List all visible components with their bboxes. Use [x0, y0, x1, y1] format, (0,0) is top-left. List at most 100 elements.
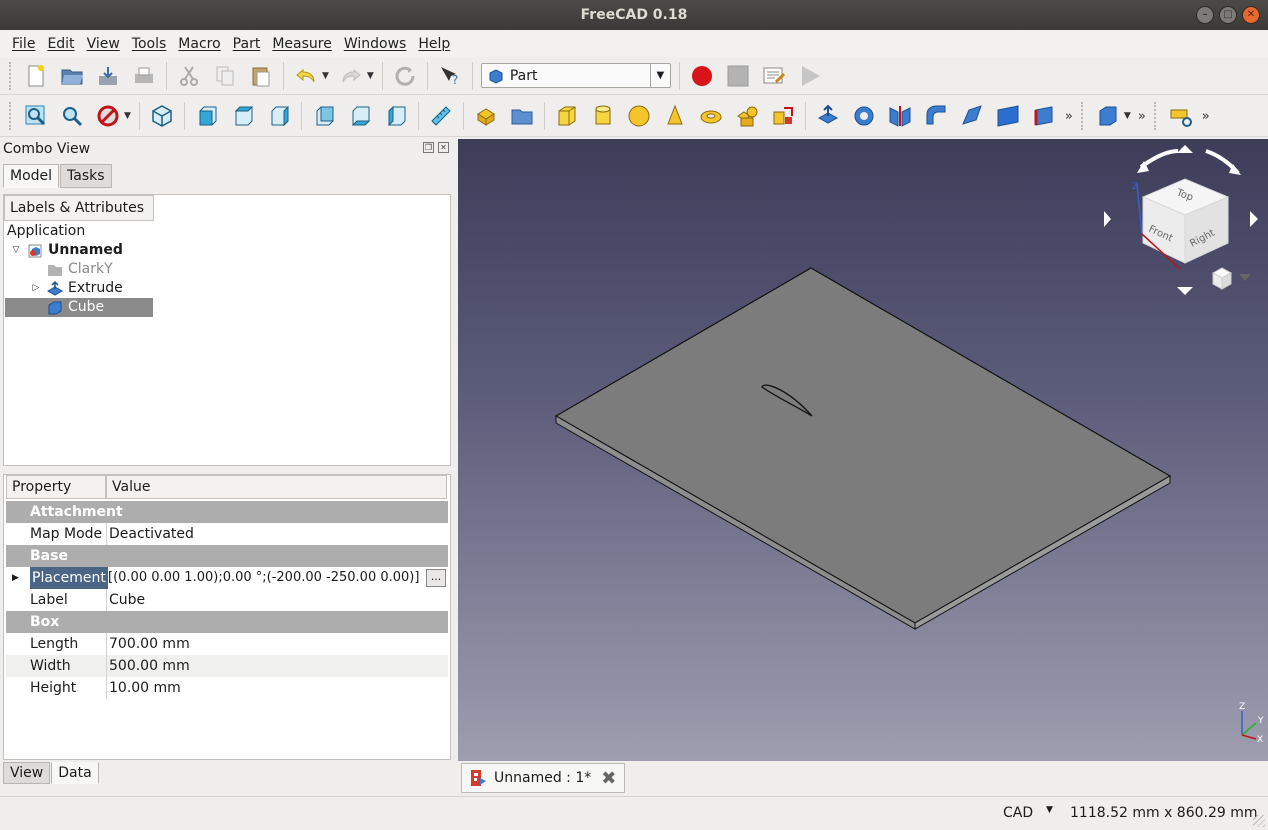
close-button[interactable]: ✕ — [1242, 6, 1260, 24]
workbench-selector[interactable]: Part ▼ — [480, 63, 671, 88]
part-shape-builder-icon[interactable] — [768, 101, 798, 131]
menu-windows[interactable]: Windows — [338, 36, 413, 52]
toolbar-grip[interactable] — [9, 61, 13, 90]
menu-view[interactable]: View — [81, 36, 126, 52]
macro-record-icon[interactable] — [687, 61, 717, 91]
tree-item-clarky[interactable]: ClarkY — [47, 260, 113, 279]
property-value[interactable]: 700.00 mm — [109, 633, 449, 655]
undo-icon[interactable] — [291, 61, 321, 91]
navcube-menu-icon[interactable] — [1239, 274, 1251, 281]
menu-edit[interactable]: Edit — [41, 36, 80, 52]
menu-tools[interactable]: Tools — [126, 36, 173, 52]
part-chamfer-icon[interactable] — [957, 101, 987, 131]
tree-item-application[interactable]: Application — [7, 222, 85, 241]
close-tab-icon[interactable]: ✖ — [601, 768, 616, 789]
print-icon[interactable] — [129, 61, 159, 91]
tab-data[interactable]: Data — [51, 762, 99, 784]
part-mirror-icon[interactable] — [885, 101, 915, 131]
resize-grip-icon[interactable] — [1253, 815, 1265, 827]
save-icon[interactable] — [93, 61, 123, 91]
toolbar-overflow-icon[interactable]: » — [1065, 109, 1073, 124]
collapsed-arrow-icon[interactable]: ▷ — [29, 279, 43, 298]
part-ruled-surface-icon[interactable] — [1029, 101, 1059, 131]
fit-all-icon[interactable] — [21, 101, 51, 131]
redo-icon[interactable] — [336, 61, 366, 91]
paste-icon[interactable] — [246, 61, 276, 91]
property-value[interactable]: [(0.00 0.00 1.00);0.00 °;(-200.00 -250.0… — [108, 567, 448, 589]
nav-right-arrow-icon[interactable] — [1250, 211, 1258, 227]
expanded-arrow-icon[interactable]: ▽ — [9, 241, 23, 260]
property-group-base[interactable]: Base — [6, 545, 448, 567]
view-left-icon[interactable] — [381, 101, 411, 131]
cube-plate[interactable] — [554, 267, 1172, 630]
macro-edit-icon[interactable] — [759, 61, 789, 91]
property-value[interactable]: 10.00 mm — [109, 677, 449, 699]
property-row-height[interactable]: Height 10.00 mm — [6, 677, 448, 699]
menu-macro[interactable]: Macro — [172, 36, 226, 52]
close-panel-icon[interactable]: ✕ — [438, 142, 449, 153]
document-tab-unnamed[interactable]: Unnamed : 1* ✖ — [461, 763, 626, 793]
fit-selection-icon[interactable] — [57, 101, 87, 131]
refresh-icon[interactable] — [390, 61, 420, 91]
nav-left-arrow-icon[interactable] — [1104, 211, 1111, 227]
view-right-icon[interactable] — [264, 101, 294, 131]
tab-model[interactable]: Model — [3, 164, 60, 188]
nav-up-arrow-icon[interactable] — [1177, 145, 1193, 153]
macro-stop-icon[interactable] — [723, 61, 753, 91]
copy-icon[interactable] — [210, 61, 240, 91]
part-box-icon[interactable] — [552, 101, 582, 131]
view-rear-icon[interactable] — [309, 101, 339, 131]
tab-tasks[interactable]: Tasks — [60, 164, 112, 188]
property-group-box[interactable]: Box — [6, 611, 448, 633]
toolbar-overflow-icon-2[interactable]: » — [1138, 109, 1146, 124]
property-value[interactable]: Deactivated — [109, 523, 449, 545]
measure-distance-icon[interactable] — [426, 101, 456, 131]
undo-dropdown-icon[interactable]: ▼ — [322, 71, 329, 81]
property-row-width[interactable]: Width 500.00 mm — [6, 655, 448, 677]
part-cylinder-icon[interactable] — [588, 101, 618, 131]
tree-item-extrude[interactable]: ▷ Extrude — [29, 279, 123, 298]
toolbar-overflow-icon-3[interactable]: » — [1202, 109, 1210, 124]
part-torus-icon[interactable] — [696, 101, 726, 131]
expand-arrow-icon[interactable]: ▶ — [12, 567, 19, 589]
menu-part[interactable]: Part — [227, 36, 267, 52]
toolbar-grip[interactable] — [1080, 102, 1085, 130]
viewport-canvas[interactable]: Top Front Right Z Z Y X — [458, 139, 1268, 761]
navigation-style-dropdown-icon[interactable]: ▼ — [1046, 805, 1053, 815]
view-front-icon[interactable] — [192, 101, 222, 131]
part-sphere-icon[interactable] — [624, 101, 654, 131]
part-fillet-icon[interactable] — [921, 101, 951, 131]
property-row-length[interactable]: Length 700.00 mm — [6, 633, 448, 655]
part-revolve-icon[interactable] — [849, 101, 879, 131]
property-column-header[interactable]: Property — [6, 475, 106, 499]
macro-run-icon[interactable] — [795, 61, 825, 91]
tree-item-document[interactable]: ▽ Unnamed — [9, 241, 123, 260]
menu-file[interactable]: File — [6, 36, 41, 52]
maximize-button[interactable]: □ — [1219, 6, 1237, 24]
tree-header[interactable]: Labels & Attributes — [4, 195, 154, 221]
part-make-face-icon[interactable] — [993, 101, 1023, 131]
new-file-icon[interactable] — [21, 61, 51, 91]
part-primitives-icon[interactable] — [732, 101, 762, 131]
property-value[interactable]: Cube — [109, 589, 449, 611]
edit-placement-button[interactable]: ... — [426, 569, 446, 587]
measure-linear-icon[interactable] — [1166, 101, 1196, 131]
create-part-icon[interactable] — [471, 101, 501, 131]
toolbar-grip[interactable] — [9, 102, 13, 130]
view-top-icon[interactable] — [228, 101, 258, 131]
minimize-button[interactable]: – — [1196, 6, 1214, 24]
part-extrude-icon[interactable] — [813, 101, 843, 131]
part-booleans-icon[interactable] — [1093, 101, 1123, 131]
value-column-header[interactable]: Value — [106, 475, 447, 499]
menu-help[interactable]: Help — [412, 36, 456, 52]
booleans-dropdown-icon[interactable]: ▼ — [1124, 111, 1131, 121]
navigation-style-selector[interactable]: CAD — [1003, 805, 1033, 821]
create-group-icon[interactable] — [507, 101, 537, 131]
navigation-cube[interactable]: Top Front Right Z — [1104, 145, 1258, 295]
toolbar-grip[interactable] — [1153, 102, 1158, 130]
view-bottom-icon[interactable] — [345, 101, 375, 131]
nav-down-arrow-icon[interactable] — [1177, 287, 1193, 295]
3d-viewport[interactable]: Top Front Right Z Z Y X — [458, 139, 1268, 761]
float-panel-icon[interactable]: ❐ — [423, 142, 434, 153]
tree-item-cube[interactable]: Cube — [5, 298, 153, 317]
